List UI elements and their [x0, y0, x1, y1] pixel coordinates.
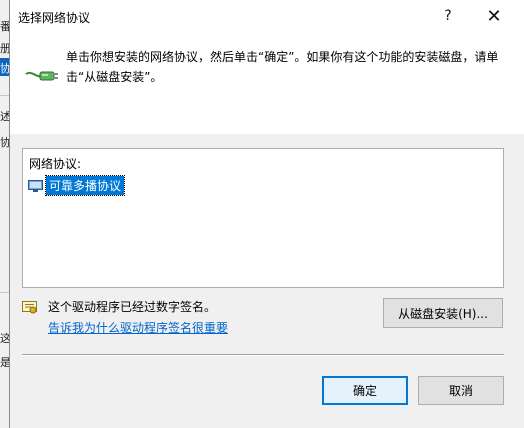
divider	[22, 354, 504, 356]
dialog-title: 选择网络协议	[18, 11, 91, 25]
select-network-protocol-dialog: 选择网络协议 ? ✕ 单击你想安装的网络协议，然后单击“确定”。如果你有这个功能…	[9, 0, 524, 428]
network-protocol-icon	[28, 179, 43, 192]
close-icon: ✕	[486, 5, 502, 27]
list-item-label: 可靠多播协议	[44, 175, 126, 196]
list-header: 网络协议:	[29, 157, 82, 171]
instruction-text: 单击你想安装的网络协议，然后单击“确定”。如果你有这个功能的安装磁盘，请单击“从…	[66, 50, 499, 84]
help-button[interactable]: ?	[425, 0, 471, 32]
have-disk-button[interactable]: 从磁盘安装(H)...	[383, 298, 503, 328]
protocol-list[interactable]: 网络协议: 可靠多播协议	[22, 148, 504, 288]
ok-button[interactable]: 确定	[322, 376, 408, 405]
signature-status-text: 这个驱动程序已经过数字签名。	[48, 300, 217, 314]
title-bar[interactable]: 选择网络协议 ? ✕	[10, 0, 524, 32]
signature-info-link[interactable]: 告诉我为什么驱动程序签名很重要	[48, 319, 228, 336]
help-icon: ?	[444, 8, 452, 24]
network-cable-icon	[25, 71, 58, 81]
certificate-icon	[22, 301, 37, 314]
instruction-panel: 单击你想安装的网络协议，然后单击“确定”。如果你有这个功能的安装磁盘，请单击“从…	[10, 32, 524, 134]
close-button[interactable]: ✕	[471, 0, 517, 32]
cancel-button[interactable]: 取消	[418, 376, 504, 405]
list-item[interactable]: 可靠多播协议	[28, 175, 126, 196]
